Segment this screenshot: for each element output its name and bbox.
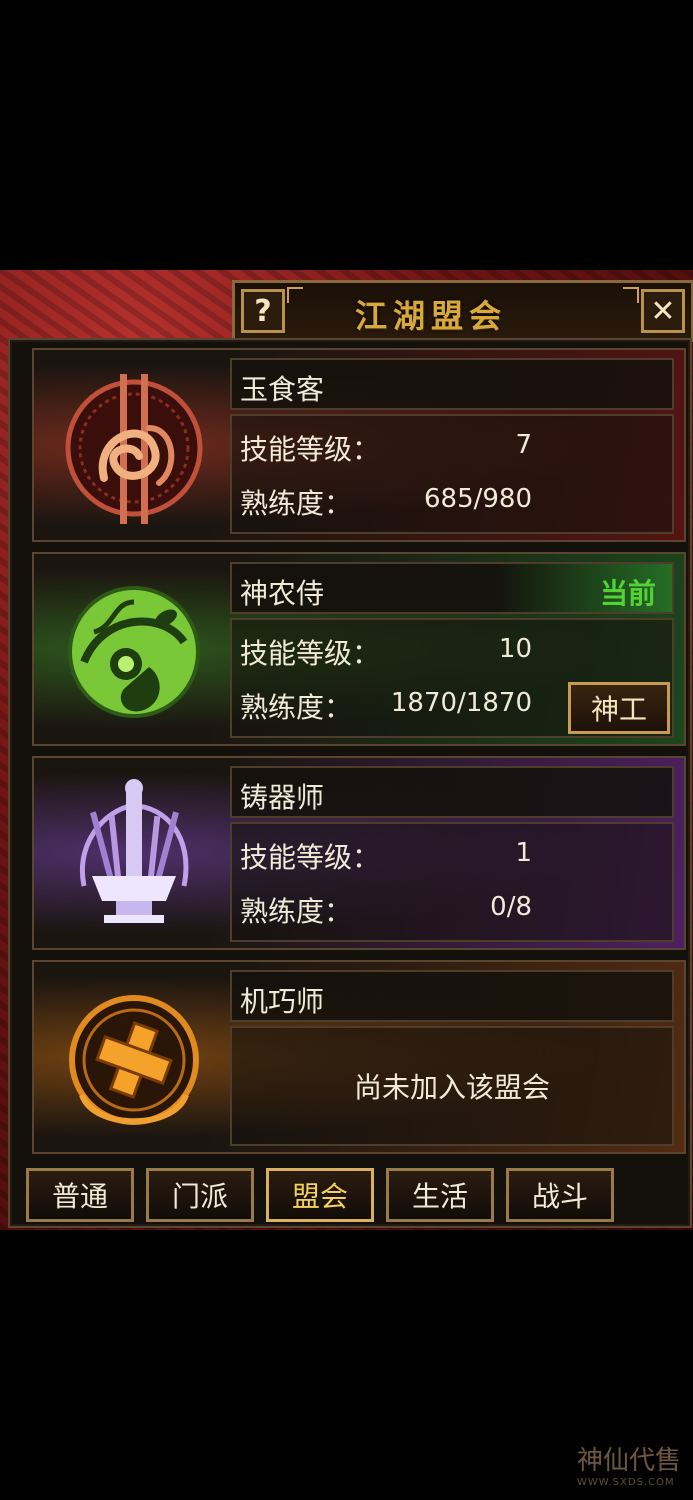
shengong-button[interactable]: 神工 <box>568 682 670 734</box>
watermark: 神仙代售 WWW.SXDS.COM <box>577 1440 681 1488</box>
guild-name-box: 玉食客 <box>230 358 674 410</box>
help-button[interactable]: ? <box>241 289 285 333</box>
skill-level-value: 1 <box>515 838 532 868</box>
guild-stats: 技能等级： 1 熟练度： 0/8 <box>230 822 674 942</box>
skill-level-label: 技能等级： <box>240 637 381 670</box>
title-ornament-right <box>623 287 639 303</box>
chef-emblem-icon <box>65 374 203 524</box>
proficiency-label: 熟练度： <box>240 487 353 520</box>
guild-card-yushike[interactable]: 玉食客 技能等级： 7 熟练度： 685/980 <box>32 348 686 542</box>
forge-anvil-emblem-icon <box>79 779 189 923</box>
current-status-badge: 当前 <box>599 577 656 610</box>
tab-sect[interactable]: 门派 <box>146 1168 254 1222</box>
guild-card-zhuqishi[interactable]: 铸器师 技能等级： 1 熟练度： 0/8 <box>32 756 686 950</box>
guild-list-panel: 玉食客 技能等级： 7 熟练度： 685/980 神农侍 当前 技能等级： 10… <box>8 338 692 1228</box>
guild-name: 铸器师 <box>240 781 325 814</box>
window-title: 江湖盟会 <box>355 297 508 335</box>
proficiency-value: 1870/1870 <box>390 688 532 718</box>
title-ornament-left <box>287 287 303 303</box>
guild-name: 玉食客 <box>240 373 325 406</box>
guild-card-shennongshi[interactable]: 神农侍 当前 技能等级： 10 熟练度： 1870/1870 神工 <box>32 552 686 746</box>
skill-level-value: 10 <box>498 634 532 664</box>
guild-stats: 技能等级： 7 熟练度： 685/980 <box>230 414 674 534</box>
proficiency-label: 熟练度： <box>240 691 353 724</box>
guild-stats: 技能等级： 10 熟练度： 1870/1870 神工 <box>230 618 674 738</box>
guild-name: 机巧师 <box>240 985 325 1018</box>
category-tabs: 普通 门派 盟会 生活 战斗 <box>26 1168 686 1222</box>
guild-name-box: 神农侍 当前 <box>230 562 674 614</box>
tab-guild[interactable]: 盟会 <box>266 1168 374 1222</box>
tab-normal[interactable]: 普通 <box>26 1168 134 1222</box>
skill-level-value: 7 <box>515 430 532 460</box>
not-joined-message: 尚未加入该盟会 <box>353 1071 550 1104</box>
guild-join-status: 尚未加入该盟会 <box>230 1026 674 1146</box>
tab-life[interactable]: 生活 <box>386 1168 494 1222</box>
gear-block-emblem-icon <box>69 995 199 1125</box>
watermark-text: 神仙代售 <box>576 1446 681 1476</box>
tab-combat[interactable]: 战斗 <box>506 1168 614 1222</box>
proficiency-value: 0/8 <box>490 892 532 922</box>
watermark-url: WWW.SXDS.COM <box>576 1477 675 1488</box>
herb-gourd-emblem-icon <box>68 586 200 718</box>
guild-name-box: 机巧师 <box>230 970 674 1022</box>
close-button[interactable]: ✕ <box>641 289 685 333</box>
guild-name: 神农侍 <box>240 577 325 610</box>
skill-level-label: 技能等级： <box>240 433 381 466</box>
title-bar: ? 江湖盟会 ✕ <box>232 280 693 342</box>
skill-level-label: 技能等级： <box>240 841 381 874</box>
guild-name-box: 铸器师 <box>230 766 674 818</box>
guild-window: ? 江湖盟会 ✕ 玉食客 技能等级： 7 熟练度： 685/980 神农侍 当前… <box>0 270 693 1230</box>
proficiency-value: 685/980 <box>423 484 532 514</box>
guild-card-jiqiaoshi[interactable]: 机巧师 尚未加入该盟会 <box>32 960 686 1154</box>
proficiency-label: 熟练度： <box>240 895 353 928</box>
